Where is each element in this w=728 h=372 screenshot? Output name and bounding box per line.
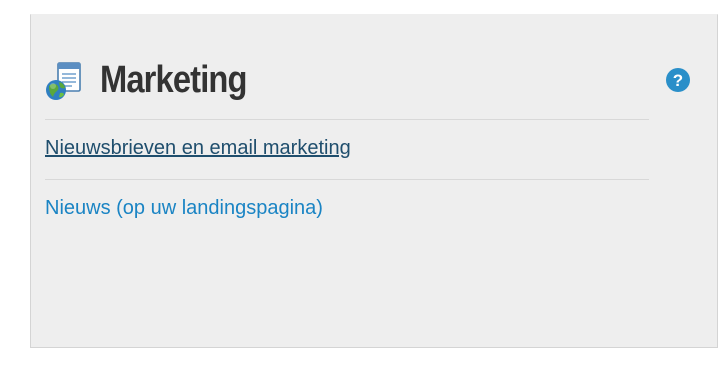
panel-header: Marketing ? [45, 52, 690, 118]
svg-text:?: ? [673, 71, 683, 90]
help-question-icon[interactable]: ? [665, 67, 691, 93]
divider [45, 119, 649, 120]
page-background: Marketing ? Nieuwsbrieven en email marke… [0, 0, 728, 372]
link-news-landing-page[interactable]: Nieuws (op uw landingspagina) [45, 195, 323, 221]
divider [45, 179, 649, 180]
panel-title: Marketing [100, 59, 247, 101]
link-newsletters-email-marketing[interactable]: Nieuwsbrieven en email marketing [45, 135, 351, 161]
newsletter-globe-icon [46, 62, 81, 100]
